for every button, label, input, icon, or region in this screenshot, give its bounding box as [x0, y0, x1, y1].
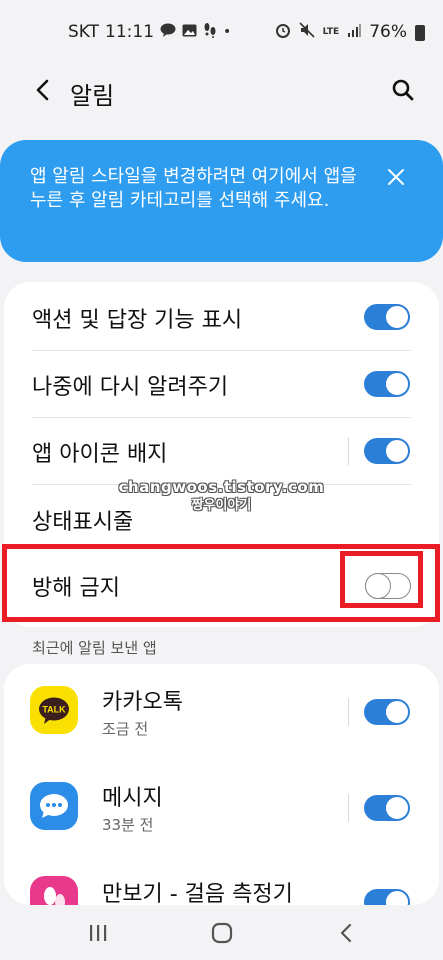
search-button[interactable] — [383, 70, 423, 110]
recent-apps-card: TALK 카카오톡 조금 전 메시지 33분 전 만보기 - 걸음 측정기 — [4, 664, 439, 905]
tip-banner: 앱 알림 스타일을 변경하려면 여기에서 앱을 누른 후 알림 카테고리를 선택… — [0, 140, 443, 262]
section-label: 최근에 알림 보낸 앱 — [32, 639, 157, 657]
app-header: 알림 — [0, 66, 443, 116]
chat-notification-icon — [160, 23, 176, 41]
recent-apps-button[interactable] — [68, 913, 128, 953]
footsteps-icon — [203, 22, 217, 42]
alarm-icon — [275, 22, 291, 42]
mute-icon — [299, 22, 315, 42]
setting-label: 액션 및 답장 기능 표시 — [32, 308, 243, 333]
home-button[interactable] — [192, 913, 252, 953]
setting-label: 나중에 다시 알려주기 — [32, 375, 229, 400]
home-icon — [211, 922, 233, 944]
page-title: 알림 — [70, 82, 115, 110]
talk-icon-text: TALK — [42, 705, 66, 715]
back-icon — [340, 923, 352, 943]
carrier-text: SKT — [68, 22, 100, 42]
app-name: 만보기 - 걸음 측정기 — [102, 882, 293, 905]
more-dot-icon: • — [223, 24, 232, 40]
back-button[interactable] — [22, 70, 62, 110]
messages-toggle[interactable] — [364, 795, 410, 821]
divider-vertical — [348, 698, 349, 726]
divider-vertical — [348, 437, 349, 465]
setting-row-app-icon-badge[interactable]: 앱 아이콘 배지 — [4, 418, 439, 484]
lte-icon: LTE — [322, 26, 340, 37]
chevron-left-icon — [36, 79, 49, 101]
kakaotalk-toggle[interactable] — [364, 699, 410, 725]
status-right: LTE 76% — [275, 22, 425, 42]
app-name: 카카오톡 — [102, 690, 183, 715]
clock-text: 11:11 — [105, 22, 155, 42]
action-reply-toggle[interactable] — [364, 304, 410, 330]
close-icon — [388, 169, 404, 185]
gallery-icon — [182, 24, 197, 41]
pedometer-toggle[interactable] — [364, 889, 410, 905]
watermark-name: 짱우이야기 — [191, 498, 252, 513]
status-left: SKT 11:11 • — [68, 22, 231, 42]
app-time: 33분 전 — [102, 816, 154, 834]
message-icon — [30, 782, 78, 830]
tip-text: 앱 알림 스타일을 변경하려면 여기에서 앱을 누른 후 알림 카테고리를 선택… — [30, 166, 357, 211]
pedometer-icon — [30, 876, 78, 905]
app-row-kakaotalk[interactable]: TALK 카카오톡 조금 전 — [4, 664, 439, 760]
app-row-messages[interactable]: 메시지 33분 전 — [4, 760, 439, 856]
app-name: 메시지 — [102, 786, 163, 811]
battery-percent: 76% — [369, 22, 407, 42]
app-icon-badge-toggle[interactable] — [364, 438, 410, 464]
signal-icon — [347, 23, 362, 41]
setting-row-action-reply[interactable]: 액션 및 답장 기능 표시 — [4, 282, 439, 350]
app-time: 조금 전 — [102, 720, 149, 738]
status-bar: SKT 11:11 • LTE 76% — [0, 0, 443, 66]
divider-vertical — [348, 794, 349, 822]
app-row-pedometer[interactable]: 만보기 - 걸음 측정기 — [4, 856, 439, 905]
recents-icon — [90, 925, 107, 941]
back-nav-button[interactable] — [316, 913, 376, 953]
talk-icon: TALK — [30, 686, 78, 734]
highlight-toggle-box — [340, 551, 423, 608]
tip-close-button[interactable] — [383, 164, 409, 190]
setting-label: 앱 아이콘 배지 — [32, 442, 168, 467]
search-icon — [392, 79, 414, 101]
navigation-bar — [0, 905, 443, 960]
battery-icon — [415, 25, 425, 41]
setting-row-snooze[interactable]: 나중에 다시 알려주기 — [4, 351, 439, 417]
snooze-toggle[interactable] — [364, 371, 410, 397]
